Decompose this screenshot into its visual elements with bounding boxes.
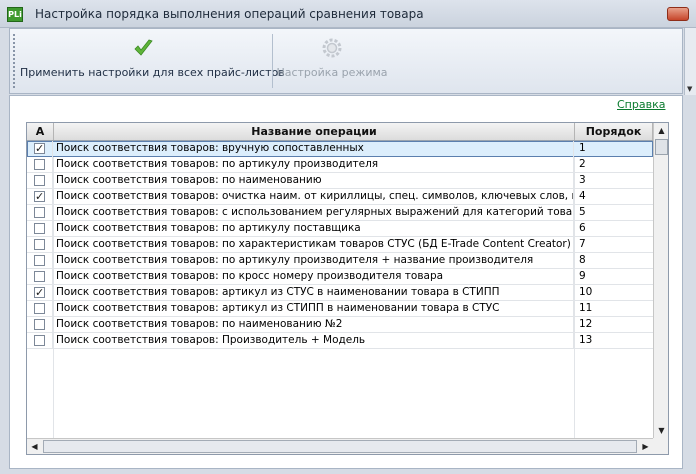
help-link[interactable]: Справка — [617, 98, 665, 111]
order-cell[interactable]: 10 — [575, 285, 653, 301]
column-header-active[interactable]: A — [27, 123, 54, 140]
table-row[interactable]: ✓ Поиск соответствия товаров: вручную соп… — [27, 141, 653, 157]
grid-vertical-scrollbar[interactable]: ▲ ▼ — [653, 123, 668, 438]
table-row[interactable]: Поиск соответствия товаров: по наименова… — [27, 173, 653, 189]
window-title: Настройка порядка выполнения операций ср… — [35, 7, 424, 21]
close-button[interactable] — [667, 7, 689, 21]
operation-name-cell: Поиск соответствия товаров: по наименова… — [54, 173, 574, 189]
active-checkbox[interactable] — [34, 175, 45, 186]
active-cell — [27, 333, 53, 349]
operation-name-cell: Поиск соответствия товаров: с использова… — [54, 205, 574, 221]
scroll-right-icon[interactable]: ▶ — [638, 439, 653, 454]
order-cell[interactable]: 1 — [575, 141, 653, 157]
table-row[interactable]: Поиск соответствия товаров: по кросс ном… — [27, 269, 653, 285]
active-checkbox[interactable]: ✓ — [34, 143, 45, 154]
scroll-left-icon[interactable]: ◀ — [27, 439, 42, 454]
order-cell[interactable]: 6 — [575, 221, 653, 237]
operation-name-cell: Поиск соответствия товаров: по артикулу … — [54, 157, 574, 173]
toolbar: Применить настройки для всех прайс-листо… — [9, 28, 683, 94]
scroll-up-icon[interactable]: ▲ — [654, 123, 668, 138]
gear-icon — [322, 38, 342, 58]
order-cell[interactable]: 8 — [575, 253, 653, 269]
table-row[interactable]: Поиск соответствия товаров: с использова… — [27, 205, 653, 221]
active-cell — [27, 317, 53, 333]
green-checkmark-icon — [134, 39, 153, 56]
grid-rows: ✓ Поиск соответствия товаров: вручную соп… — [27, 141, 653, 349]
table-row[interactable]: Поиск соответствия товаров: Производител… — [27, 333, 653, 349]
horizontal-scroll-thumb[interactable] — [43, 440, 637, 453]
column-header-order[interactable]: Порядок — [575, 123, 653, 140]
operation-name-cell: Поиск соответствия товаров: артикул из С… — [54, 301, 574, 317]
app-logo-icon: PLi — [7, 7, 23, 22]
order-cell[interactable]: 2 — [575, 157, 653, 173]
order-cell[interactable]: 4 — [575, 189, 653, 205]
active-cell: ✓ — [27, 189, 53, 205]
order-cell[interactable]: 9 — [575, 269, 653, 285]
active-cell — [27, 269, 53, 285]
table-row[interactable]: ✓ Поиск соответствия товаров: артикул из … — [27, 285, 653, 301]
active-cell — [27, 221, 53, 237]
operation-name-cell: Поиск соответствия товаров: Производител… — [54, 333, 574, 349]
active-checkbox[interactable] — [34, 271, 45, 282]
active-cell — [27, 237, 53, 253]
active-checkbox[interactable] — [34, 303, 45, 314]
toolbar-grip[interactable] — [13, 34, 16, 88]
column-header-operation-name[interactable]: Название операции — [54, 123, 575, 140]
main-panel: Справка A Название операции Порядок ✓ Пои… — [9, 95, 683, 469]
table-row[interactable]: Поиск соответствия товаров: по артикулу … — [27, 221, 653, 237]
table-row[interactable]: Поиск соответствия товаров: по артикулу … — [27, 253, 653, 269]
order-cell[interactable]: 13 — [575, 333, 653, 349]
grid-header: A Название операции Порядок — [27, 123, 653, 141]
operation-name-cell: Поиск соответствия товаров: вручную сопо… — [54, 141, 574, 157]
table-row[interactable]: Поиск соответствия товаров: по наименова… — [27, 317, 653, 333]
active-checkbox[interactable] — [34, 319, 45, 330]
operation-name-cell: Поиск соответствия товаров: по артикулу … — [54, 221, 574, 237]
active-checkbox[interactable] — [34, 159, 45, 170]
order-cell[interactable]: 3 — [575, 173, 653, 189]
active-cell — [27, 205, 53, 221]
table-row[interactable]: ✓ Поиск соответствия товаров: очистка наи… — [27, 189, 653, 205]
active-cell — [27, 301, 53, 317]
apply-all-pricelists-label: Применить настройки для всех прайс-листо… — [20, 66, 285, 79]
operations-grid: A Название операции Порядок ✓ Поиск соотв… — [26, 122, 669, 455]
operation-name-cell: Поиск соответствия товаров: очистка наим… — [54, 189, 574, 205]
active-checkbox[interactable] — [34, 223, 45, 234]
grid-horizontal-scrollbar[interactable]: ◀ ▶ — [27, 438, 653, 454]
scrollbar-corner — [653, 438, 668, 454]
table-row[interactable]: Поиск соответствия товаров: по артикулу … — [27, 157, 653, 173]
operation-name-cell: Поиск соответствия товаров: по артикулу … — [54, 253, 574, 269]
active-cell: ✓ — [27, 141, 53, 157]
toolbar-scrollbar[interactable]: ▼ — [684, 28, 696, 95]
active-checkbox[interactable] — [34, 335, 45, 346]
active-checkbox[interactable] — [34, 239, 45, 250]
title-bar: PLi Настройка порядка выполнения операци… — [0, 0, 696, 28]
mode-settings-label: Настройка режима — [276, 66, 388, 79]
order-cell[interactable]: 5 — [575, 205, 653, 221]
order-cell[interactable]: 7 — [575, 237, 653, 253]
active-cell: ✓ — [27, 285, 53, 301]
operation-name-cell: Поиск соответствия товаров: по кросс ном… — [54, 269, 574, 285]
active-checkbox[interactable] — [34, 255, 45, 266]
table-row[interactable]: Поиск соответствия товаров: по характери… — [27, 237, 653, 253]
operation-name-cell: Поиск соответствия товаров: артикул из С… — [54, 285, 574, 301]
active-checkbox[interactable]: ✓ — [34, 191, 45, 202]
active-checkbox[interactable]: ✓ — [34, 287, 45, 298]
scroll-down-icon[interactable]: ▼ — [654, 423, 668, 438]
toolbar-separator — [272, 34, 273, 88]
order-cell[interactable]: 11 — [575, 301, 653, 317]
table-row[interactable]: Поиск соответствия товаров: артикул из С… — [27, 301, 653, 317]
operation-name-cell: Поиск соответствия товаров: по характери… — [54, 237, 574, 253]
order-cell[interactable]: 12 — [575, 317, 653, 333]
active-cell — [27, 157, 53, 173]
active-cell — [27, 253, 53, 269]
apply-all-pricelists-button[interactable]: Применить настройки для всех прайс-листо… — [20, 29, 285, 93]
vertical-scroll-thumb[interactable] — [655, 139, 668, 155]
operation-name-cell: Поиск соответствия товаров: по наименова… — [54, 317, 574, 333]
mode-settings-button[interactable]: Настройка режима — [276, 29, 388, 93]
chevron-down-icon[interactable]: ▼ — [687, 85, 692, 93]
active-cell — [27, 173, 53, 189]
active-checkbox[interactable] — [34, 207, 45, 218]
